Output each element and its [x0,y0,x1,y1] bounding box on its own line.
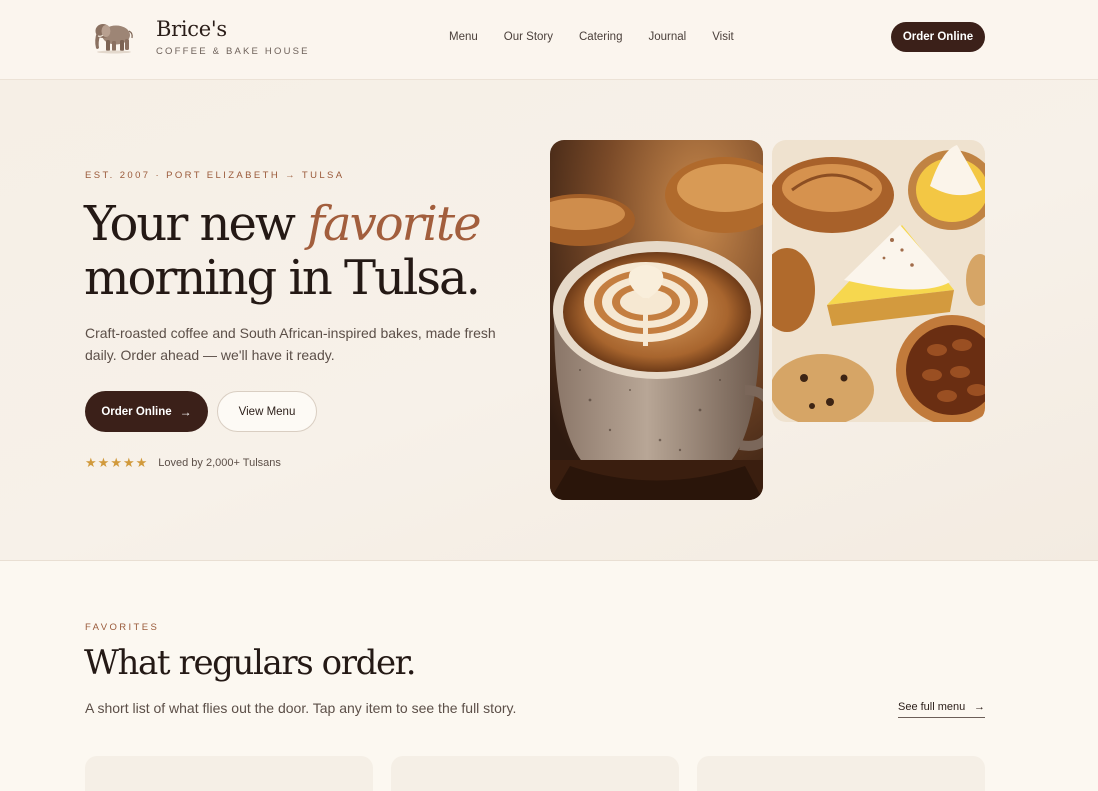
star-icon: ★ [85,455,97,470]
favorite-card[interactable] [391,756,679,791]
favorites-section: FAVORITES What regulars order. A short l… [0,561,1098,791]
hero-title: Your new favorite morning in Tulsa. [84,197,544,305]
favorites-title: What regulars order. [84,643,417,683]
brand-name: Brice's [156,17,227,41]
rating: ★ ★ ★ ★ ★ Loved by 2,000+ Tulsans [85,456,281,470]
nav-menu[interactable]: Menu [449,30,478,44]
star-icon: ★ [135,455,148,470]
elephant-icon [95,24,133,54]
see-full-menu-label: See full menu [898,701,966,713]
star-icon: ★ [122,455,135,470]
nav-our-story[interactable]: Our Story [504,30,553,44]
star-icon: ★ [97,455,110,470]
see-full-menu-link[interactable]: See full menu → [898,701,985,718]
header-order-online-button[interactable]: Order Online [891,22,985,52]
arrow-right-icon: → [974,701,985,713]
site-header: Brice's COFFEE & BAKE HOUSE Menu Our Sto… [0,0,1098,80]
hero-title-prefix: Your new [84,196,308,252]
arrow-right-icon: → [179,404,192,419]
star-rating: ★ ★ ★ ★ ★ [85,456,148,470]
hero-eyebrow: EST. 2007 · PORT ELIZABETH → TULSA [85,170,345,181]
star-icon: ★ [110,455,122,470]
hero-subtitle: Craft-roasted coffee and South African-i… [85,325,496,363]
hero-order-online-button[interactable]: Order Online → [85,391,208,432]
main-nav: Menu Our Story Catering Journal Visit [449,30,760,44]
hero-order-online-label: Order Online [101,405,172,418]
favorite-card[interactable] [85,756,373,791]
favorites-eyebrow: FAVORITES [85,622,160,633]
hero-title-accent: favorite [307,196,481,252]
nav-journal[interactable]: Journal [648,30,686,44]
favorites-subtitle: A short list of what flies out the door.… [85,700,517,716]
nav-catering[interactable]: Catering [579,30,622,44]
pastries-image [772,140,985,422]
nav-visit[interactable]: Visit [712,30,734,44]
hero-title-line2: morning in Tulsa. [84,250,481,306]
brand-tagline: COFFEE & BAKE HOUSE [156,46,310,57]
hero-section: EST. 2007 · PORT ELIZABETH → TULSA Your … [0,80,1098,561]
brand[interactable]: Brice's COFFEE & BAKE HOUSE [92,17,310,57]
favorite-card[interactable] [697,756,985,791]
view-menu-button[interactable]: View Menu [217,391,317,432]
latte-image [550,140,763,500]
rating-text: Loved by 2,000+ Tulsans [158,457,281,469]
